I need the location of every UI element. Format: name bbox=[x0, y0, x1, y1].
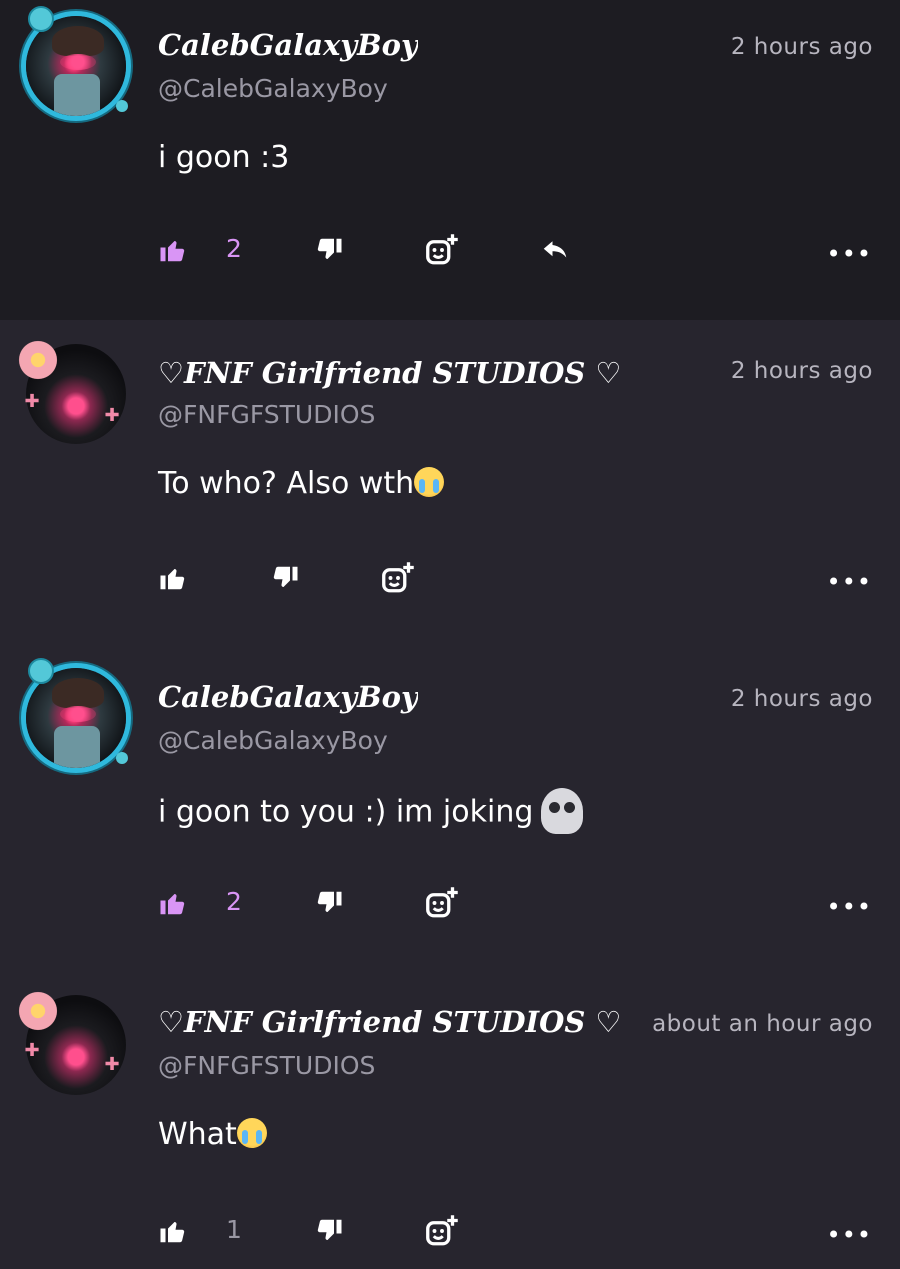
comment-text: i goon :3 bbox=[158, 140, 290, 175]
reply-arrow-icon bbox=[543, 241, 567, 258]
thumbs-up-icon bbox=[160, 241, 185, 262]
loudly-crying-face-icon bbox=[236, 1117, 267, 1148]
avatar[interactable] bbox=[22, 6, 132, 118]
comment-text: What bbox=[158, 1117, 267, 1152]
like-count: 1 bbox=[226, 1215, 242, 1244]
more-options-button[interactable]: ••• bbox=[827, 893, 872, 921]
dislike-button[interactable] bbox=[314, 1211, 344, 1251]
comment-actions: ••• bbox=[158, 558, 874, 598]
author-name[interactable]: CalebGalaxyBoy bbox=[158, 680, 418, 714]
like-button[interactable] bbox=[158, 230, 188, 270]
skull-icon bbox=[541, 788, 584, 834]
thumbs-up-icon bbox=[160, 1222, 185, 1243]
thumbs-up-icon bbox=[160, 569, 185, 590]
react-button[interactable] bbox=[424, 230, 460, 270]
author-name[interactable]: ♡FNF Girlfriend STUDIOS ♡ bbox=[158, 356, 698, 390]
more-options-button[interactable]: ••• bbox=[827, 568, 872, 596]
author-handle[interactable]: @CalebGalaxyBoy bbox=[158, 726, 388, 755]
like-count: 2 bbox=[226, 887, 242, 916]
author-handle[interactable]: @FNFGFSTUDIOS bbox=[158, 400, 375, 429]
react-button[interactable] bbox=[380, 558, 416, 598]
more-options-button[interactable]: ••• bbox=[827, 1221, 872, 1249]
thumbs-down-icon bbox=[317, 238, 342, 259]
more-options-button[interactable]: ••• bbox=[827, 240, 872, 268]
react-button[interactable] bbox=[424, 1211, 460, 1251]
loudly-crying-face-icon bbox=[414, 466, 445, 497]
comment-actions: 2 ••• bbox=[158, 230, 874, 270]
like-button[interactable] bbox=[158, 558, 188, 598]
react-button[interactable] bbox=[424, 883, 460, 923]
add-reaction-icon bbox=[426, 234, 458, 265]
author-name[interactable]: ♡FNF Girlfriend STUDIOS ♡ bbox=[158, 1005, 620, 1039]
comment-item: CalebGalaxyBoy @CalebGalaxyBoy 2 hours a… bbox=[0, 0, 900, 320]
add-reaction-icon bbox=[426, 887, 458, 918]
comment-text: To who? Also wth bbox=[158, 466, 445, 501]
avatar[interactable]: ✚ ✚ bbox=[16, 336, 132, 446]
author-handle[interactable]: @CalebGalaxyBoy bbox=[158, 74, 388, 103]
timestamp: about an hour ago bbox=[652, 1011, 873, 1037]
dislike-button[interactable] bbox=[314, 230, 344, 270]
comment-text: i goon to you :) im joking bbox=[158, 788, 584, 836]
author-handle[interactable]: @FNFGFSTUDIOS bbox=[158, 1051, 375, 1080]
author-name[interactable]: CalebGalaxyBoy bbox=[158, 28, 418, 62]
like-count: 2 bbox=[226, 234, 242, 263]
timestamp: 2 hours ago bbox=[730, 358, 873, 384]
avatar[interactable]: ✚ ✚ bbox=[16, 987, 132, 1097]
add-reaction-icon bbox=[426, 1215, 458, 1246]
add-reaction-icon bbox=[382, 562, 414, 593]
dislike-button[interactable] bbox=[314, 883, 344, 923]
comment-item: ✚ ✚ ♡FNF Girlfriend STUDIOS ♡ @FNFGFSTUD… bbox=[0, 975, 900, 1269]
comment-item: CalebGalaxyBoy @CalebGalaxyBoy 2 hours a… bbox=[0, 650, 900, 975]
thumbs-down-icon bbox=[317, 1219, 342, 1240]
like-button[interactable] bbox=[158, 1211, 188, 1251]
comment-actions: 2 ••• bbox=[158, 883, 874, 923]
thumbs-up-icon bbox=[160, 894, 185, 915]
comment-item: ✚ ✚ ♡FNF Girlfriend STUDIOS ♡ @FNFGFSTUD… bbox=[0, 320, 900, 650]
thumbs-down-icon bbox=[317, 891, 342, 912]
avatar[interactable] bbox=[22, 658, 132, 770]
timestamp: 2 hours ago bbox=[730, 686, 873, 712]
dislike-button[interactable] bbox=[270, 558, 300, 598]
reply-button[interactable] bbox=[538, 230, 572, 270]
thumbs-down-icon bbox=[273, 566, 298, 587]
like-button[interactable] bbox=[158, 883, 188, 923]
comment-actions: 1 ••• bbox=[158, 1211, 874, 1251]
timestamp: 2 hours ago bbox=[730, 34, 873, 60]
